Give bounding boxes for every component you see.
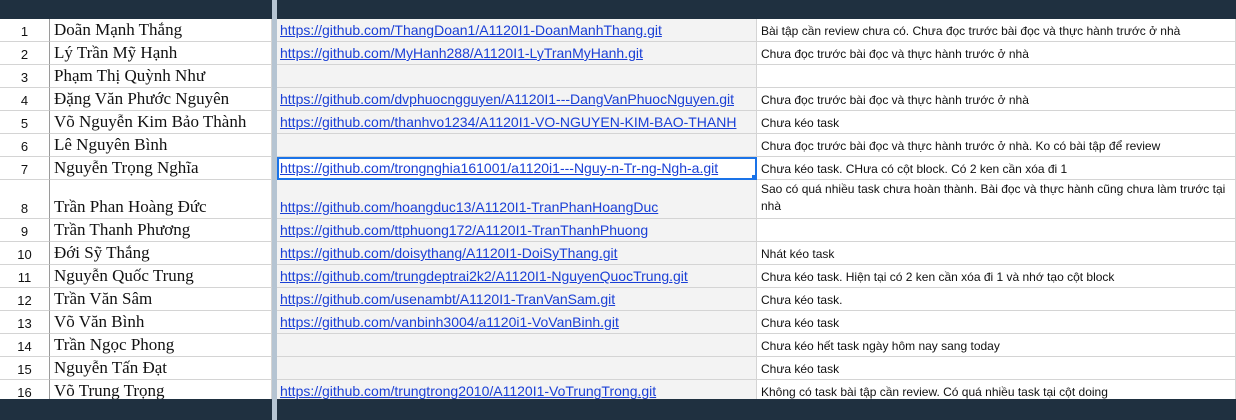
- table-row: 3 Phạm Thị Quỳnh Như: [0, 65, 1236, 88]
- review-note-cell[interactable]: Chưa kéo hết task ngày hôm nay sang toda…: [757, 334, 1236, 357]
- repo-link[interactable]: https://github.com/thanhvo1234/A1120I1-V…: [280, 114, 736, 130]
- student-name-cell[interactable]: Lê Nguyên Bình: [50, 134, 272, 157]
- repo-link-cell[interactable]: [277, 334, 757, 357]
- student-name-cell[interactable]: Trần Ngọc Phong: [50, 334, 272, 357]
- header-band: [0, 0, 1236, 19]
- table-row: 10 Đới Sỹ Thắng https://github.com/doisyth…: [0, 242, 1236, 265]
- table-row: 9 Trần Thanh Phương https://github.com/ttp…: [0, 219, 1236, 242]
- repo-link-cell[interactable]: https://github.com/thanhvo1234/A1120I1-V…: [277, 111, 757, 134]
- table-row: 4 Đặng Văn Phước Nguyên https://github.com…: [0, 88, 1236, 111]
- repo-link[interactable]: https://github.com/MyHanh288/A1120I1-LyT…: [280, 45, 643, 61]
- repo-link[interactable]: https://github.com/vanbinh3004/a1120i1-V…: [280, 314, 619, 330]
- review-note-cell[interactable]: Chưa kéo task. Hiện tại có 2 ken cần xóa…: [757, 265, 1236, 288]
- table-row: 7 Nguyễn Trọng Nghĩa https://github.com/tr…: [0, 157, 1236, 180]
- repo-link-cell[interactable]: [277, 357, 757, 380]
- review-note-cell[interactable]: Chưa kéo task. CHưa có cột block. Có 2 k…: [757, 157, 1236, 180]
- repo-link-cell[interactable]: https://github.com/trungdeptrai2k2/A1120…: [277, 265, 757, 288]
- table-row: 13 Võ Văn Bình https://github.com/vanbinh3…: [0, 311, 1236, 334]
- row-number[interactable]: 5: [0, 111, 50, 134]
- repo-link[interactable]: https://github.com/trungtrong2010/A1120I…: [280, 383, 656, 399]
- review-note-cell[interactable]: Chưa đọc trước bài đọc và thực hành trướ…: [757, 42, 1236, 65]
- row-number[interactable]: 11: [0, 265, 50, 288]
- repo-link[interactable]: https://github.com/usenambt/A1120I1-Tran…: [280, 291, 615, 307]
- student-name-cell[interactable]: Doãn Mạnh Thắng: [50, 19, 272, 42]
- repo-link[interactable]: https://github.com/ThangDoan1/A1120I1-Do…: [280, 22, 662, 38]
- repo-link-cell[interactable]: https://github.com/hoangduc13/A1120I1-Tr…: [277, 180, 757, 219]
- student-name-cell[interactable]: Trần Thanh Phương: [50, 219, 272, 242]
- student-name-cell[interactable]: Trần Văn Sâm: [50, 288, 272, 311]
- row-number[interactable]: 4: [0, 88, 50, 111]
- row-number[interactable]: 9: [0, 219, 50, 242]
- repo-link-cell[interactable]: https://github.com/trongnghia161001/a112…: [277, 157, 757, 180]
- review-note-cell[interactable]: [757, 65, 1236, 88]
- repo-link-cell[interactable]: https://github.com/usenambt/A1120I1-Tran…: [277, 288, 757, 311]
- repo-link-cell[interactable]: https://github.com/vanbinh3004/a1120i1-V…: [277, 311, 757, 334]
- repo-link[interactable]: https://github.com/trungdeptrai2k2/A1120…: [280, 268, 688, 284]
- repo-link[interactable]: https://github.com/hoangduc13/A1120I1-Tr…: [280, 199, 658, 215]
- repo-link-cell[interactable]: https://github.com/ttphuong172/A1120I1-T…: [277, 219, 757, 242]
- repo-link-cell[interactable]: https://github.com/doisythang/A1120I1-Do…: [277, 242, 757, 265]
- student-name-cell[interactable]: Trần Phan Hoàng Đức: [50, 180, 272, 219]
- row-number[interactable]: 1: [0, 19, 50, 42]
- repo-link-cell[interactable]: https://github.com/dvphuocngguyen/A1120I…: [277, 88, 757, 111]
- student-name-cell[interactable]: Nguyễn Trọng Nghĩa: [50, 157, 272, 180]
- row-number[interactable]: 13: [0, 311, 50, 334]
- row-number[interactable]: 3: [0, 65, 50, 88]
- row-number[interactable]: 8: [0, 180, 50, 219]
- repo-link[interactable]: https://github.com/doisythang/A1120I1-Do…: [280, 245, 618, 261]
- review-note-cell[interactable]: Chưa kéo task.: [757, 288, 1236, 311]
- repo-link[interactable]: https://github.com/ttphuong172/A1120I1-T…: [280, 222, 648, 238]
- review-note-cell[interactable]: Nhát kéo task: [757, 242, 1236, 265]
- footer-band: [0, 399, 1236, 420]
- repo-link-cell[interactable]: https://github.com/MyHanh288/A1120I1-LyT…: [277, 42, 757, 65]
- spreadsheet: 1 Doãn Mạnh Thắng https://github.com/Thang…: [0, 0, 1236, 420]
- review-note-cell[interactable]: Chưa kéo task: [757, 111, 1236, 134]
- student-name-cell[interactable]: Đặng Văn Phước Nguyên: [50, 88, 272, 111]
- table-row: 2 Lý Trần Mỹ Hạnh https://github.com/MyHan…: [0, 42, 1236, 65]
- student-name-cell[interactable]: Nguyễn Quốc Trung: [50, 265, 272, 288]
- review-note-cell[interactable]: Bài tập cần review chưa có. Chưa đọc trư…: [757, 19, 1236, 42]
- repo-link[interactable]: https://github.com/trongnghia161001/a112…: [280, 160, 718, 176]
- table-row: 11 Nguyễn Quốc Trung https://github.com/tr…: [0, 265, 1236, 288]
- student-name-cell[interactable]: Lý Trần Mỹ Hạnh: [50, 42, 272, 65]
- student-name-cell[interactable]: Võ Nguyễn Kim Bảo Thành: [50, 111, 272, 134]
- student-name-cell[interactable]: Phạm Thị Quỳnh Như: [50, 65, 272, 88]
- row-number[interactable]: 7: [0, 157, 50, 180]
- table-row: 8 Trần Phan Hoàng Đức https://github.com/h…: [0, 180, 1236, 219]
- student-name-cell[interactable]: Võ Văn Bình: [50, 311, 272, 334]
- table-row: 1 Doãn Mạnh Thắng https://github.com/Thang…: [0, 19, 1236, 42]
- row-number[interactable]: 10: [0, 242, 50, 265]
- row-number[interactable]: 14: [0, 334, 50, 357]
- row-number[interactable]: 6: [0, 134, 50, 157]
- table-row: 6 Lê Nguyên Bình Chưa đọc trước bài đọc và…: [0, 134, 1236, 157]
- review-note-cell[interactable]: Chưa kéo task: [757, 311, 1236, 334]
- review-note-cell[interactable]: Chưa đọc trước bài đọc và thực hành trướ…: [757, 134, 1236, 157]
- table-row: 14 Trần Ngọc Phong Chưa kéo hết task ngày …: [0, 334, 1236, 357]
- table-row: 15 Nguyễn Tấn Đạt Chưa kéo task: [0, 357, 1236, 380]
- review-note-cell[interactable]: Sao có quá nhiều task chưa hoàn thành. B…: [757, 180, 1236, 219]
- repo-link-cell[interactable]: [277, 65, 757, 88]
- repo-link[interactable]: https://github.com/dvphuocngguyen/A1120I…: [280, 91, 734, 107]
- repo-link-cell[interactable]: [277, 134, 757, 157]
- row-number[interactable]: 15: [0, 357, 50, 380]
- row-number[interactable]: 2: [0, 42, 50, 65]
- review-note-cell[interactable]: Chưa đọc trước bài đọc và thực hành trướ…: [757, 88, 1236, 111]
- row-number[interactable]: 12: [0, 288, 50, 311]
- frozen-column-divider[interactable]: [272, 0, 277, 420]
- table-row: 12 Trần Văn Sâm https://github.com/usenamb…: [0, 288, 1236, 311]
- table-row: 5 Võ Nguyễn Kim Bảo Thành https://github.c…: [0, 111, 1236, 134]
- student-name-cell[interactable]: Nguyễn Tấn Đạt: [50, 357, 272, 380]
- student-name-cell[interactable]: Đới Sỹ Thắng: [50, 242, 272, 265]
- repo-link-cell[interactable]: https://github.com/ThangDoan1/A1120I1-Do…: [277, 19, 757, 42]
- review-note-cell[interactable]: Chưa kéo task: [757, 357, 1236, 380]
- review-note-cell[interactable]: [757, 219, 1236, 242]
